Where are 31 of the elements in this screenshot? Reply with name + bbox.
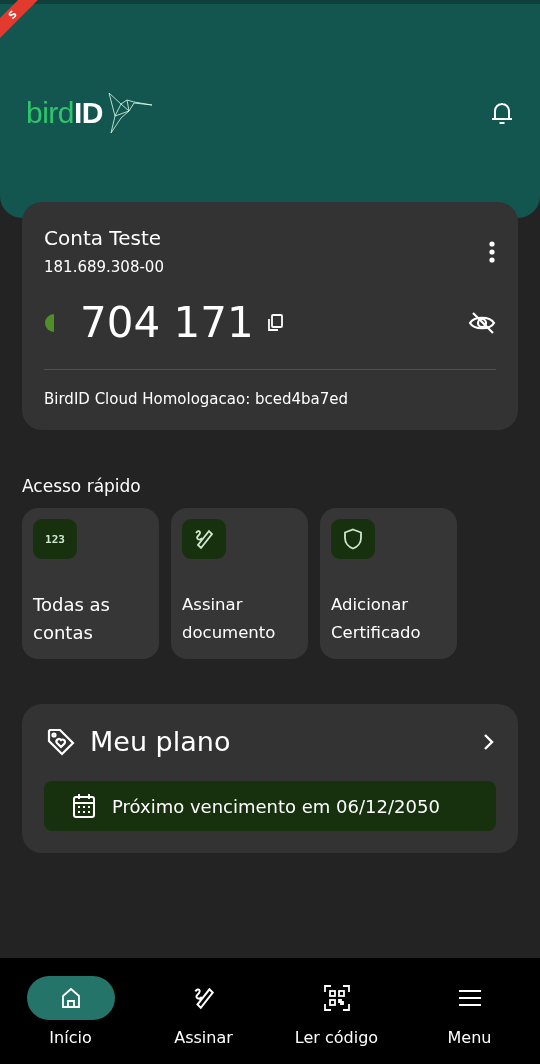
timer-icon xyxy=(44,312,54,333)
account-document: 181.689.308-00 xyxy=(44,258,164,276)
app-logo: birdID xyxy=(26,96,104,130)
hummingbird-icon xyxy=(107,92,154,134)
shield-icon xyxy=(343,528,363,550)
plan-title: Meu plano xyxy=(90,726,231,757)
quick-access-tile[interactable]: Assinar documento xyxy=(171,508,308,659)
menu-icon xyxy=(457,988,482,1008)
nav-tab[interactable]: Menu xyxy=(409,976,530,1064)
due-date-text: Próximo vencimento em 06/12/2050 xyxy=(112,795,440,817)
pen-icon xyxy=(193,528,215,550)
numbers-icon: 123 xyxy=(45,532,65,546)
bell-icon[interactable] xyxy=(490,100,514,126)
nav-tab[interactable]: Início xyxy=(10,976,131,1064)
tag-icon xyxy=(46,726,76,757)
service-label: BirdID Cloud Homologacao: bced4ba7ed xyxy=(44,390,350,408)
nav-tab[interactable]: Ler código xyxy=(276,976,397,1064)
plan-card[interactable]: Meu plano Próximo vencimento em 06/12/2050 xyxy=(22,704,518,853)
copy-icon[interactable] xyxy=(265,312,284,333)
nav-tab[interactable]: Assinar xyxy=(143,976,264,1064)
quick-access-tile[interactable]: Adicionar Certificado xyxy=(320,508,457,659)
account-name: Conta Teste xyxy=(44,226,163,250)
chevron-right-icon xyxy=(482,732,494,751)
eye-icon[interactable] xyxy=(468,310,496,335)
otp-code: 704 171 xyxy=(80,298,254,347)
more-icon[interactable] xyxy=(488,240,496,264)
quick-access-tile[interactable]: 123 Todas as contas xyxy=(22,508,159,659)
qr-code-icon xyxy=(323,985,350,1011)
calendar-icon xyxy=(72,793,96,819)
home-icon xyxy=(59,987,82,1009)
section-title: Acesso rápido xyxy=(22,476,142,496)
